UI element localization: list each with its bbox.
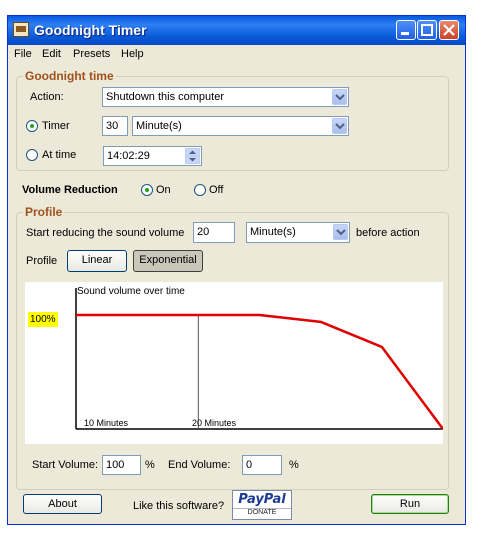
maximize-button[interactable] <box>417 20 437 40</box>
at-time-value: 14:02:29 <box>107 150 150 162</box>
close-button[interactable] <box>439 20 459 40</box>
chevron-down-icon[interactable] <box>332 89 347 105</box>
title-bar[interactable]: Goodnight Timer <box>8 16 465 45</box>
timer-value-input[interactable]: 30 <box>102 116 128 136</box>
about-button[interactable]: About <box>23 494 102 514</box>
volume-on-label: On <box>156 184 171 196</box>
volume-off-label: Off <box>209 184 224 196</box>
start-reducing-input[interactable]: 20 <box>193 222 235 243</box>
chart-x-tick-20: 20 Minutes <box>192 418 237 428</box>
run-button[interactable]: Run <box>371 494 449 514</box>
at-time-label: At time <box>42 149 77 161</box>
start-volume-unit: % <box>145 459 155 471</box>
minimize-button[interactable] <box>396 20 416 40</box>
menu-bar: File Edit Presets Help <box>8 45 465 63</box>
profile-label: Profile <box>26 255 58 267</box>
paypal-donate-button[interactable]: PayPal DONATE <box>232 490 292 520</box>
paypal-logo-text: PayPal <box>238 492 286 507</box>
at-time-radio[interactable] <box>26 149 38 161</box>
menu-presets[interactable]: Presets <box>73 48 110 60</box>
chevron-down-icon[interactable] <box>332 118 347 134</box>
action-select-value: Shutdown this computer <box>106 91 225 103</box>
menu-edit[interactable]: Edit <box>42 48 61 60</box>
timer-radio[interactable] <box>26 120 38 132</box>
menu-file[interactable]: File <box>14 48 32 60</box>
action-label: Action: <box>30 91 64 103</box>
menu-help[interactable]: Help <box>121 48 144 60</box>
goodnight-time-legend: Goodnight time <box>23 69 116 83</box>
start-reducing-unit-select[interactable]: Minute(s) <box>246 222 350 243</box>
end-volume-label: End Volume: <box>168 459 231 471</box>
minimize-icon <box>401 32 409 35</box>
chart-y-marker-100: 100% <box>28 312 58 327</box>
start-reducing-label: Start reducing the sound volume <box>26 227 185 239</box>
close-icon <box>443 24 455 36</box>
before-action-label: before action <box>356 227 420 239</box>
linear-button[interactable]: Linear <box>67 250 127 272</box>
spinner-arrows-icon <box>184 147 201 165</box>
action-select[interactable]: Shutdown this computer <box>102 87 349 107</box>
time-spinner[interactable] <box>184 147 201 165</box>
at-time-input[interactable]: 14:02:29 <box>103 146 202 166</box>
app-bed-icon <box>13 22 29 37</box>
profile-legend: Profile <box>23 205 65 219</box>
app-window: Goodnight Timer File Edit Presets Help G… <box>7 15 466 525</box>
volume-on-radio[interactable] <box>141 184 153 196</box>
chevron-down-icon[interactable] <box>333 224 348 240</box>
start-reducing-unit-value: Minute(s) <box>250 226 296 238</box>
paypal-donate-text: DONATE <box>233 508 291 516</box>
exponential-button[interactable]: Exponential <box>133 250 203 272</box>
end-volume-unit: % <box>289 459 299 471</box>
like-software-label: Like this software? <box>133 500 225 512</box>
volume-chart: Sound volume over time 100% 10 Minutes 2… <box>25 282 443 444</box>
start-volume-label: Start Volume: <box>32 459 99 471</box>
maximize-icon <box>421 24 433 36</box>
window-title: Goodnight Timer <box>34 22 147 38</box>
volume-off-radio[interactable] <box>194 184 206 196</box>
volume-curve-line <box>76 313 443 430</box>
chart-x-tick-10: 10 Minutes <box>84 418 129 428</box>
volume-reduction-label: Volume Reduction <box>22 184 118 196</box>
start-volume-input[interactable]: 100 <box>102 455 141 475</box>
timer-unit-value: Minute(s) <box>136 120 182 132</box>
timer-unit-select[interactable]: Minute(s) <box>132 116 349 136</box>
timer-label: Timer <box>42 120 70 132</box>
end-volume-input[interactable]: 0 <box>242 455 282 475</box>
chart-title: Sound volume over time <box>77 286 185 297</box>
